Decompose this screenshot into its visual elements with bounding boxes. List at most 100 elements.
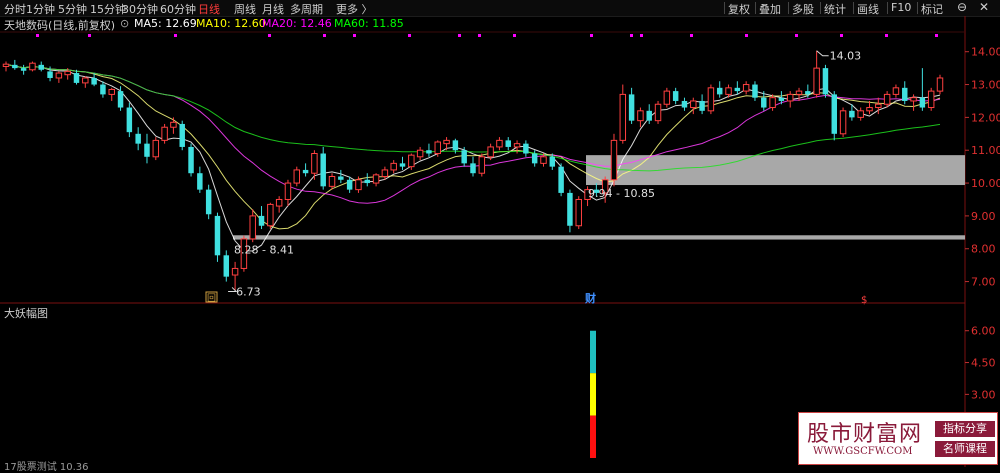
signal-dot — [36, 34, 39, 37]
signal-dot — [630, 34, 633, 37]
candle-body — [205, 189, 212, 215]
candle-body — [892, 87, 900, 95]
candle-body — [390, 162, 397, 171]
candle-body — [64, 70, 71, 76]
candle-body — [805, 91, 811, 95]
candle-body — [857, 110, 864, 118]
candle-body — [628, 94, 635, 121]
price-tick-label: 13.00 — [971, 79, 1000, 92]
candle-body — [47, 71, 53, 78]
candle-body — [902, 87, 908, 101]
candle-body — [558, 166, 564, 193]
high-pointer — [816, 50, 829, 57]
candle-body — [338, 176, 344, 180]
candle-body — [293, 169, 301, 184]
signal-dot — [745, 34, 748, 37]
signal-dot — [458, 34, 461, 37]
sub-bar-yellow — [590, 373, 596, 416]
signal-dot — [640, 34, 643, 37]
candle-body — [320, 153, 326, 187]
candle-body — [681, 100, 688, 108]
candle-body — [549, 156, 556, 167]
candle-body — [12, 64, 18, 69]
candle-body — [73, 73, 80, 83]
candle-body — [55, 72, 63, 79]
finance-marker: 财 — [584, 291, 596, 305]
signal-dot — [478, 34, 481, 37]
price-tick-label: 12.00 — [971, 111, 1000, 124]
candle-body — [161, 126, 168, 141]
candle-body — [663, 90, 671, 105]
candle-body — [399, 163, 406, 167]
candle-body — [875, 103, 882, 109]
candle-body — [38, 64, 44, 70]
candle-body — [742, 84, 750, 92]
candle-body — [575, 198, 582, 227]
price-tick-label: 11.00 — [971, 144, 1000, 157]
candle-body — [416, 149, 424, 158]
signal-dot — [590, 34, 593, 37]
candle-body — [284, 182, 292, 200]
candle-body — [452, 140, 459, 151]
signal-dot — [690, 34, 693, 37]
candle-body — [408, 154, 415, 168]
candle-body — [752, 84, 758, 98]
signal-dot — [353, 34, 356, 37]
candle-body — [126, 107, 133, 133]
signal-dot — [174, 34, 177, 37]
kline-chart[interactable]: 14.00 13.00 12.00 11.00 10.00 9.00 8.00 7.00 6.0… — [0, 0, 1000, 467]
candle-body — [426, 150, 432, 154]
candle-body — [637, 110, 644, 122]
candle-body — [734, 87, 741, 92]
candle-body — [231, 267, 239, 276]
price-tick-label: 8.00 — [971, 243, 996, 256]
candle-body — [849, 110, 855, 118]
candle-body — [302, 169, 309, 174]
price-tick-label: 10.00 — [971, 177, 1000, 190]
candle-body — [478, 156, 486, 174]
zone-low-label: 8.28 - 8.41 — [234, 244, 294, 257]
signal-dot — [885, 34, 888, 37]
candle-body — [690, 100, 697, 109]
buy-marker: 回 — [207, 293, 216, 304]
sub-bar-red — [590, 415, 596, 458]
candle-body — [496, 139, 503, 148]
watermark-tag-1: 指标分享 — [935, 421, 995, 437]
candle-body — [100, 84, 106, 95]
support-zone-low — [233, 235, 965, 240]
candle-body — [311, 153, 318, 174]
candle-body — [372, 174, 380, 184]
candle-body — [91, 77, 97, 85]
candle-body — [716, 87, 723, 95]
candle-body — [769, 97, 776, 109]
candle-body — [29, 62, 36, 71]
candle-body — [619, 93, 627, 141]
price-tick-label: 7.00 — [971, 276, 996, 289]
candle-body — [927, 90, 935, 109]
candle-body — [919, 97, 926, 108]
candle-body — [646, 110, 652, 121]
price-tick-label: 14.00 — [971, 46, 1000, 59]
candle-body — [188, 146, 194, 174]
candle-body — [707, 87, 715, 112]
candle-body — [513, 143, 521, 148]
candle-body — [197, 173, 203, 190]
candle-body — [179, 123, 185, 147]
candle-body — [761, 97, 767, 108]
support-zone-high — [586, 155, 965, 186]
candle-body — [487, 146, 494, 158]
candle-body — [267, 203, 274, 227]
candle-body — [152, 139, 160, 158]
watermark-url: WWW.GSCFW.COM — [813, 446, 913, 457]
candle-body — [725, 87, 732, 95]
candle-body — [223, 255, 230, 277]
candle-body — [275, 198, 283, 207]
candle-body — [567, 192, 573, 226]
candle-body — [910, 97, 917, 102]
candle-body — [470, 163, 476, 174]
candle-body — [2, 63, 10, 67]
candle-body — [258, 215, 265, 226]
candle-body — [610, 139, 618, 181]
candle-body — [82, 77, 89, 84]
candle-body — [540, 156, 547, 164]
